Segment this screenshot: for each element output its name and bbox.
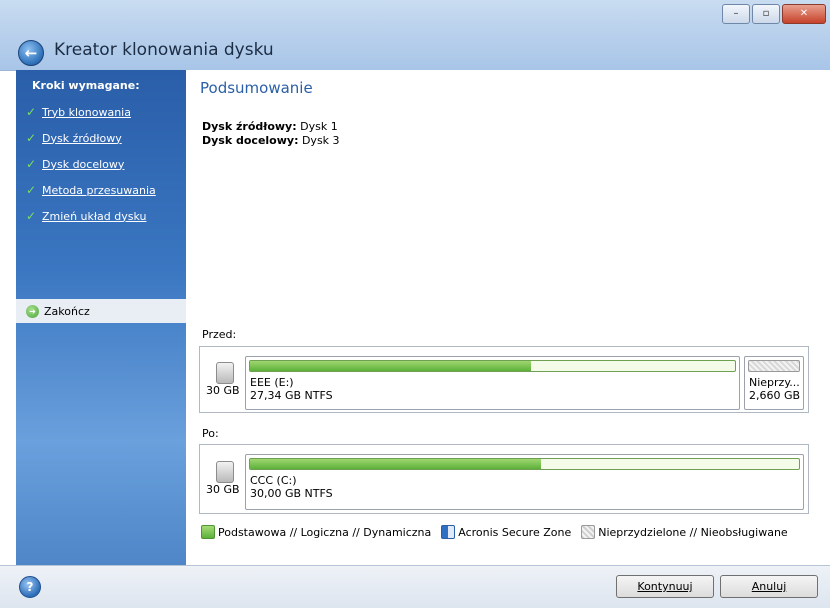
legend-label: Acronis Secure Zone [458,525,572,539]
secure-zone-swatch-icon [441,525,456,539]
disk-icon [216,461,234,483]
partition-usage-bar [249,360,736,372]
summary: Dysk źródłowy: Dysk 1 Dysk docelowy: Dys… [202,120,340,148]
back-arrow-icon[interactable]: ← [18,40,44,66]
window-controls: – ▫ ✕ [722,4,826,24]
sidebar-item-metoda-przesuwania[interactable]: ✓ Metoda przesuwania [26,180,186,200]
partition-name: CCC (C:) [250,474,297,487]
partition-name: Nieprzy... [749,376,800,389]
sidebar-item-label[interactable]: Dysk źródłowy [42,132,122,145]
current-step-arrow-icon: ➜ [26,304,39,318]
sidebar-item-zmien-uklad[interactable]: ✓ Zmień układ dysku [26,206,186,226]
sidebar-item-zakoncz[interactable]: ➜ Zakończ [16,299,186,323]
legend-item-asz: Acronis Secure Zone [441,525,571,539]
disk-icon [216,362,234,384]
legend: Podstawowa // Logiczna // Dynamiczna Acr… [201,525,794,539]
sidebar-item-label[interactable]: Metoda przesuwania [42,184,156,197]
checkmark-icon: ✓ [26,209,37,223]
disk-size: 30 GB [206,384,240,397]
unallocated-swatch-icon [581,525,596,539]
partition-name: EEE (E:) [250,376,294,389]
legend-label: Podstawowa // Logiczna // Dynamiczna [218,525,432,539]
maximize-button[interactable]: ▫ [752,4,780,24]
partition-usage-fill [250,459,541,469]
source-disk-value: Dysk 1 [296,120,338,133]
cancel-button[interactable]: Anuluj [720,575,818,598]
partition-info: 30,00 GB NTFS [250,487,333,500]
checkmark-icon: ✓ [26,131,37,145]
legend-item-basic: Podstawowa // Logiczna // Dynamiczna [201,525,431,539]
sidebar-item-label[interactable]: Zmień układ dysku [42,210,146,223]
continue-button[interactable]: Kontynuuj [616,575,714,598]
checkmark-icon: ✓ [26,183,37,197]
target-disk-label: Dysk docelowy: [202,134,299,147]
sidebar-item-dysk-docelowy[interactable]: ✓ Dysk docelowy [26,154,186,174]
wizard-title: Kreator klonowania dysku [54,40,274,60]
partition-usage-bar [249,458,800,470]
partition-info: 27,34 GB NTFS [250,389,333,402]
cancel-label: Anuluj [751,580,787,593]
disk-before: 30 GB EEE (E:) 27,34 GB NTFS Nieprzy... … [199,346,809,413]
target-disk-line: Dysk docelowy: Dysk 3 [202,134,340,148]
checkmark-icon: ✓ [26,157,37,171]
partition-unallocated[interactable]: Nieprzy... 2,660 GB [744,356,804,410]
disk-size: 30 GB [206,483,240,496]
partition-info: 2,660 GB [749,389,801,402]
sidebar-item-dysk-zrodlowy[interactable]: ✓ Dysk źródłowy [26,128,186,148]
source-disk-line: Dysk źródłowy: Dysk 1 [202,120,340,134]
title-bar: – ▫ ✕ ← Kreator klonowania dysku [0,0,830,71]
help-icon[interactable]: ? [19,576,41,598]
after-label: Po: [202,427,219,440]
partition-ccc[interactable]: CCC (C:) 30,00 GB NTFS [245,454,804,510]
disk-after: 30 GB CCC (C:) 30,00 GB NTFS [199,444,809,514]
partition-eee[interactable]: EEE (E:) 27,34 GB NTFS [245,356,740,410]
sidebar-item-label[interactable]: Tryb klonowania [42,106,131,119]
before-label: Przed: [202,328,237,341]
legend-label: Nieprzydzielone // Nieobsługiwane [598,525,788,539]
sidebar-item-label: Zakończ [44,304,90,318]
sidebar-item-tryb-klonowania[interactable]: ✓ Tryb klonowania [26,102,186,122]
legend-item-unallocated: Nieprzydzielone // Nieobsługiwane [581,525,788,539]
page-title: Podsumowanie [200,79,313,97]
footer: ? Kontynuuj Anuluj [0,565,830,608]
continue-label: Kontynuuj [637,580,693,593]
main-panel: Podsumowanie Dysk źródłowy: Dysk 1 Dysk … [186,70,830,565]
target-disk-value: Dysk 3 [298,134,340,147]
close-button[interactable]: ✕ [782,4,826,24]
sidebar-heading: Kroki wymagane: [32,79,140,92]
partition-usage-fill [250,361,532,371]
basic-partition-swatch-icon [201,525,215,539]
unallocated-bar [748,360,800,372]
source-disk-label: Dysk źródłowy: [202,120,297,133]
checkmark-icon: ✓ [26,105,37,119]
sidebar: Kroki wymagane: ✓ Tryb klonowania ✓ Dysk… [16,70,186,565]
minimize-button[interactable]: – [722,4,750,24]
sidebar-item-label[interactable]: Dysk docelowy [42,158,124,171]
